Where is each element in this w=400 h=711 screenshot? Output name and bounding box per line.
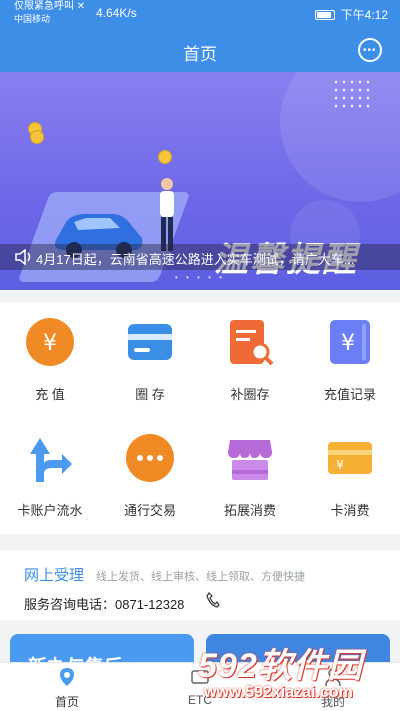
- app-header: 首页 •••: [0, 28, 400, 72]
- coin-icon: [158, 150, 172, 164]
- document-search-icon: [230, 320, 274, 366]
- watermark-url: www.592xiazai.com: [204, 684, 353, 701]
- card-icon: [128, 324, 172, 360]
- tab-home[interactable]: 首页: [17, 663, 117, 711]
- promo-banner[interactable]: 温馨提醒 4月17日起，云南省高速公路进入实车测试，请广大车... • • • …: [0, 72, 400, 290]
- svg-text:¥: ¥: [341, 331, 355, 356]
- status-network-speed: 4.64K/s: [96, 6, 137, 20]
- grid-item-account-flow[interactable]: 卡账户流水: [0, 418, 100, 534]
- decorative-dots: [332, 78, 372, 112]
- banner-pager: • • • • •: [175, 273, 225, 282]
- status-carrier: 仅限紧急呼叫 ✕ 中国移动: [14, 1, 85, 25]
- grid-item-extended-consumption[interactable]: 拓展消费: [200, 418, 300, 534]
- grid-label: 卡消费: [330, 503, 370, 518]
- status-emergency-text: 仅限紧急呼叫 ✕: [14, 1, 86, 12]
- store-icon: [228, 440, 272, 480]
- grid-label: 充值记录: [323, 387, 376, 402]
- grid-label: 通行交易: [123, 503, 176, 518]
- location-pin-icon: [60, 668, 74, 686]
- grid-item-load[interactable]: 圈 存: [100, 302, 200, 418]
- yuan-book-icon: ¥: [330, 320, 370, 364]
- grid-label: 补圈存: [230, 387, 270, 402]
- battery-icon: [314, 9, 335, 20]
- watermark-brand: 592软件园: [198, 647, 363, 685]
- grid-item-reload[interactable]: 补圈存: [200, 302, 300, 418]
- grid-item-recharge-record[interactable]: ¥ 充值记录: [300, 302, 400, 418]
- site-watermark: 592软件园 www.592xiazai.com: [196, 636, 396, 708]
- chat-bubble-icon[interactable]: •••: [358, 38, 382, 62]
- notice-bar[interactable]: 4月17日起，云南省高速公路进入实车测试，请广大车...: [0, 244, 400, 270]
- page-title: 首页: [183, 45, 217, 64]
- function-grid: ¥ 充 值 圈 存 补圈存 ¥ 充值记录 卡账户流水 通行交易 拓展消费 ¥ 卡…: [0, 302, 400, 534]
- yuan-circle-icon: ¥: [26, 318, 74, 366]
- yuan-card-icon: ¥: [328, 442, 372, 474]
- tab-label: 首页: [54, 695, 79, 709]
- grid-label: 充 值: [35, 387, 65, 402]
- split-arrow-icon: [30, 438, 72, 482]
- online-service-heading: 网上受理: [24, 567, 85, 584]
- grid-label: 拓展消费: [223, 503, 276, 518]
- svg-text:¥: ¥: [336, 458, 344, 472]
- speaker-icon: [15, 249, 31, 265]
- service-phone: 服务咨询电话：0871-12328: [24, 597, 185, 612]
- grid-label: 卡账户流水: [17, 503, 83, 518]
- status-bar: 仅限紧急呼叫 ✕ 中国移动 4.64K/s 下午4:12: [0, 0, 400, 28]
- grid-item-recharge[interactable]: ¥ 充 值: [0, 302, 100, 418]
- status-time: 下午4:12: [340, 8, 388, 22]
- grid-label: 圈 存: [135, 387, 165, 402]
- online-service-card[interactable]: 网上受理 线上发货、线上审核、线上领取、方便快捷 服务咨询电话：0871-123…: [0, 550, 400, 620]
- grid-item-toll-transactions[interactable]: 通行交易: [100, 418, 200, 534]
- online-service-subtitle: 线上发货、线上审核、线上领取、方便快捷: [96, 571, 305, 583]
- more-dots-icon: [126, 434, 174, 482]
- svg-text:¥: ¥: [43, 331, 57, 356]
- grid-item-card-consumption[interactable]: ¥ 卡消费: [300, 418, 400, 534]
- status-carrier-name: 中国移动: [14, 14, 51, 24]
- phone-icon[interactable]: [206, 592, 220, 608]
- coin-icon: [30, 130, 44, 144]
- notice-text: 4月17日起，云南省高速公路进入实车测试，请广大车...: [36, 252, 355, 267]
- status-right: 下午4:12: [314, 6, 388, 23]
